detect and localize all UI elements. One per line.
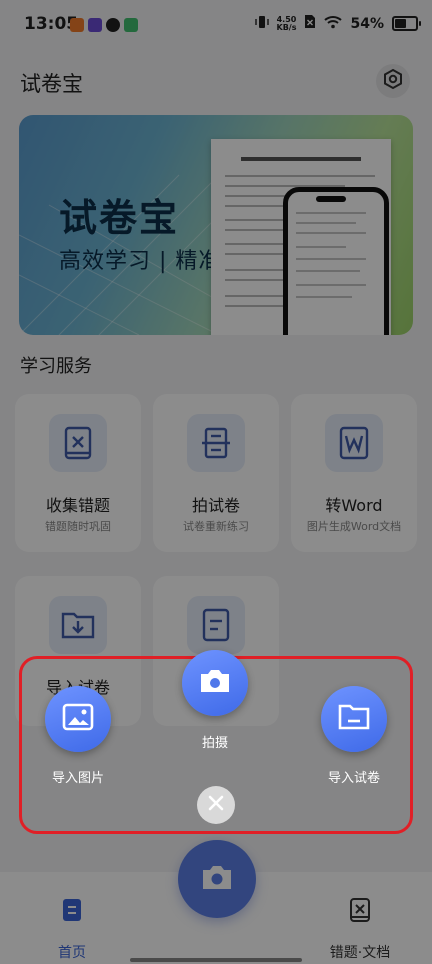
import-paper-button[interactable] xyxy=(321,686,387,752)
camera-icon xyxy=(199,668,231,698)
close-button[interactable] xyxy=(197,786,235,824)
capture-label: 拍摄 xyxy=(201,736,228,751)
import-image-label: 导入图片 xyxy=(51,771,104,786)
close-icon xyxy=(207,794,225,816)
import-paper-label: 导入试卷 xyxy=(327,771,380,786)
capture-button[interactable] xyxy=(182,650,248,716)
folder-icon xyxy=(338,703,370,735)
image-icon xyxy=(62,703,94,735)
import-image-button[interactable] xyxy=(45,686,111,752)
